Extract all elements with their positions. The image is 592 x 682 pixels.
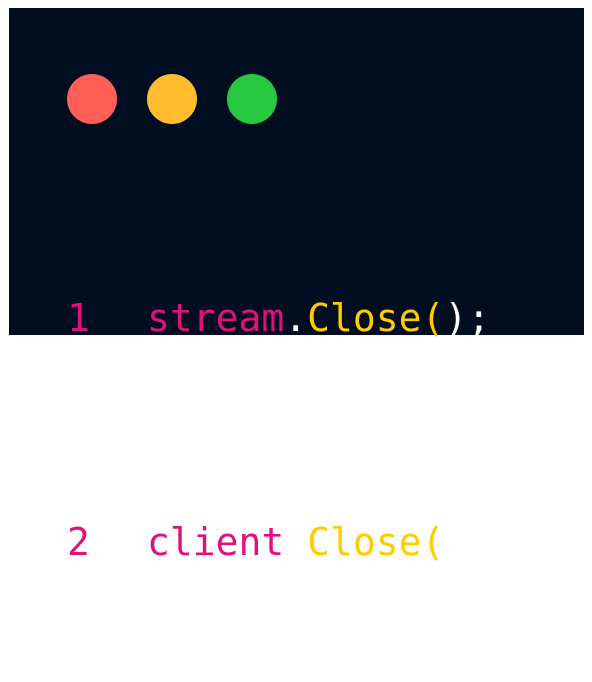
line-number: 1: [67, 296, 90, 340]
semicolon: ;: [467, 296, 491, 340]
minimize-window-icon[interactable]: [147, 74, 197, 124]
maximize-window-icon[interactable]: [227, 74, 277, 124]
code-window: 1 stream.Close(); 2 client.Close();: [9, 8, 584, 564]
member-access-dot: .: [284, 520, 308, 564]
close-window-icon[interactable]: [67, 74, 117, 124]
line-number: 2: [67, 520, 90, 564]
close-paren: ): [444, 296, 468, 340]
stream-identifier: stream: [147, 296, 285, 340]
close-method: Close: [307, 296, 422, 340]
code-block: 1 stream.Close(); 2 client.Close();: [67, 178, 490, 682]
open-paren: (: [421, 296, 445, 340]
code-line-2: 2 client.Close();: [67, 514, 490, 570]
member-access-dot: .: [284, 296, 308, 340]
close-method: Close: [307, 520, 422, 564]
semicolon: ;: [467, 520, 491, 564]
close-paren: ): [444, 520, 468, 564]
open-paren: (: [421, 520, 445, 564]
client-identifier: client: [147, 520, 285, 564]
code-line-1: 1 stream.Close();: [67, 290, 490, 346]
